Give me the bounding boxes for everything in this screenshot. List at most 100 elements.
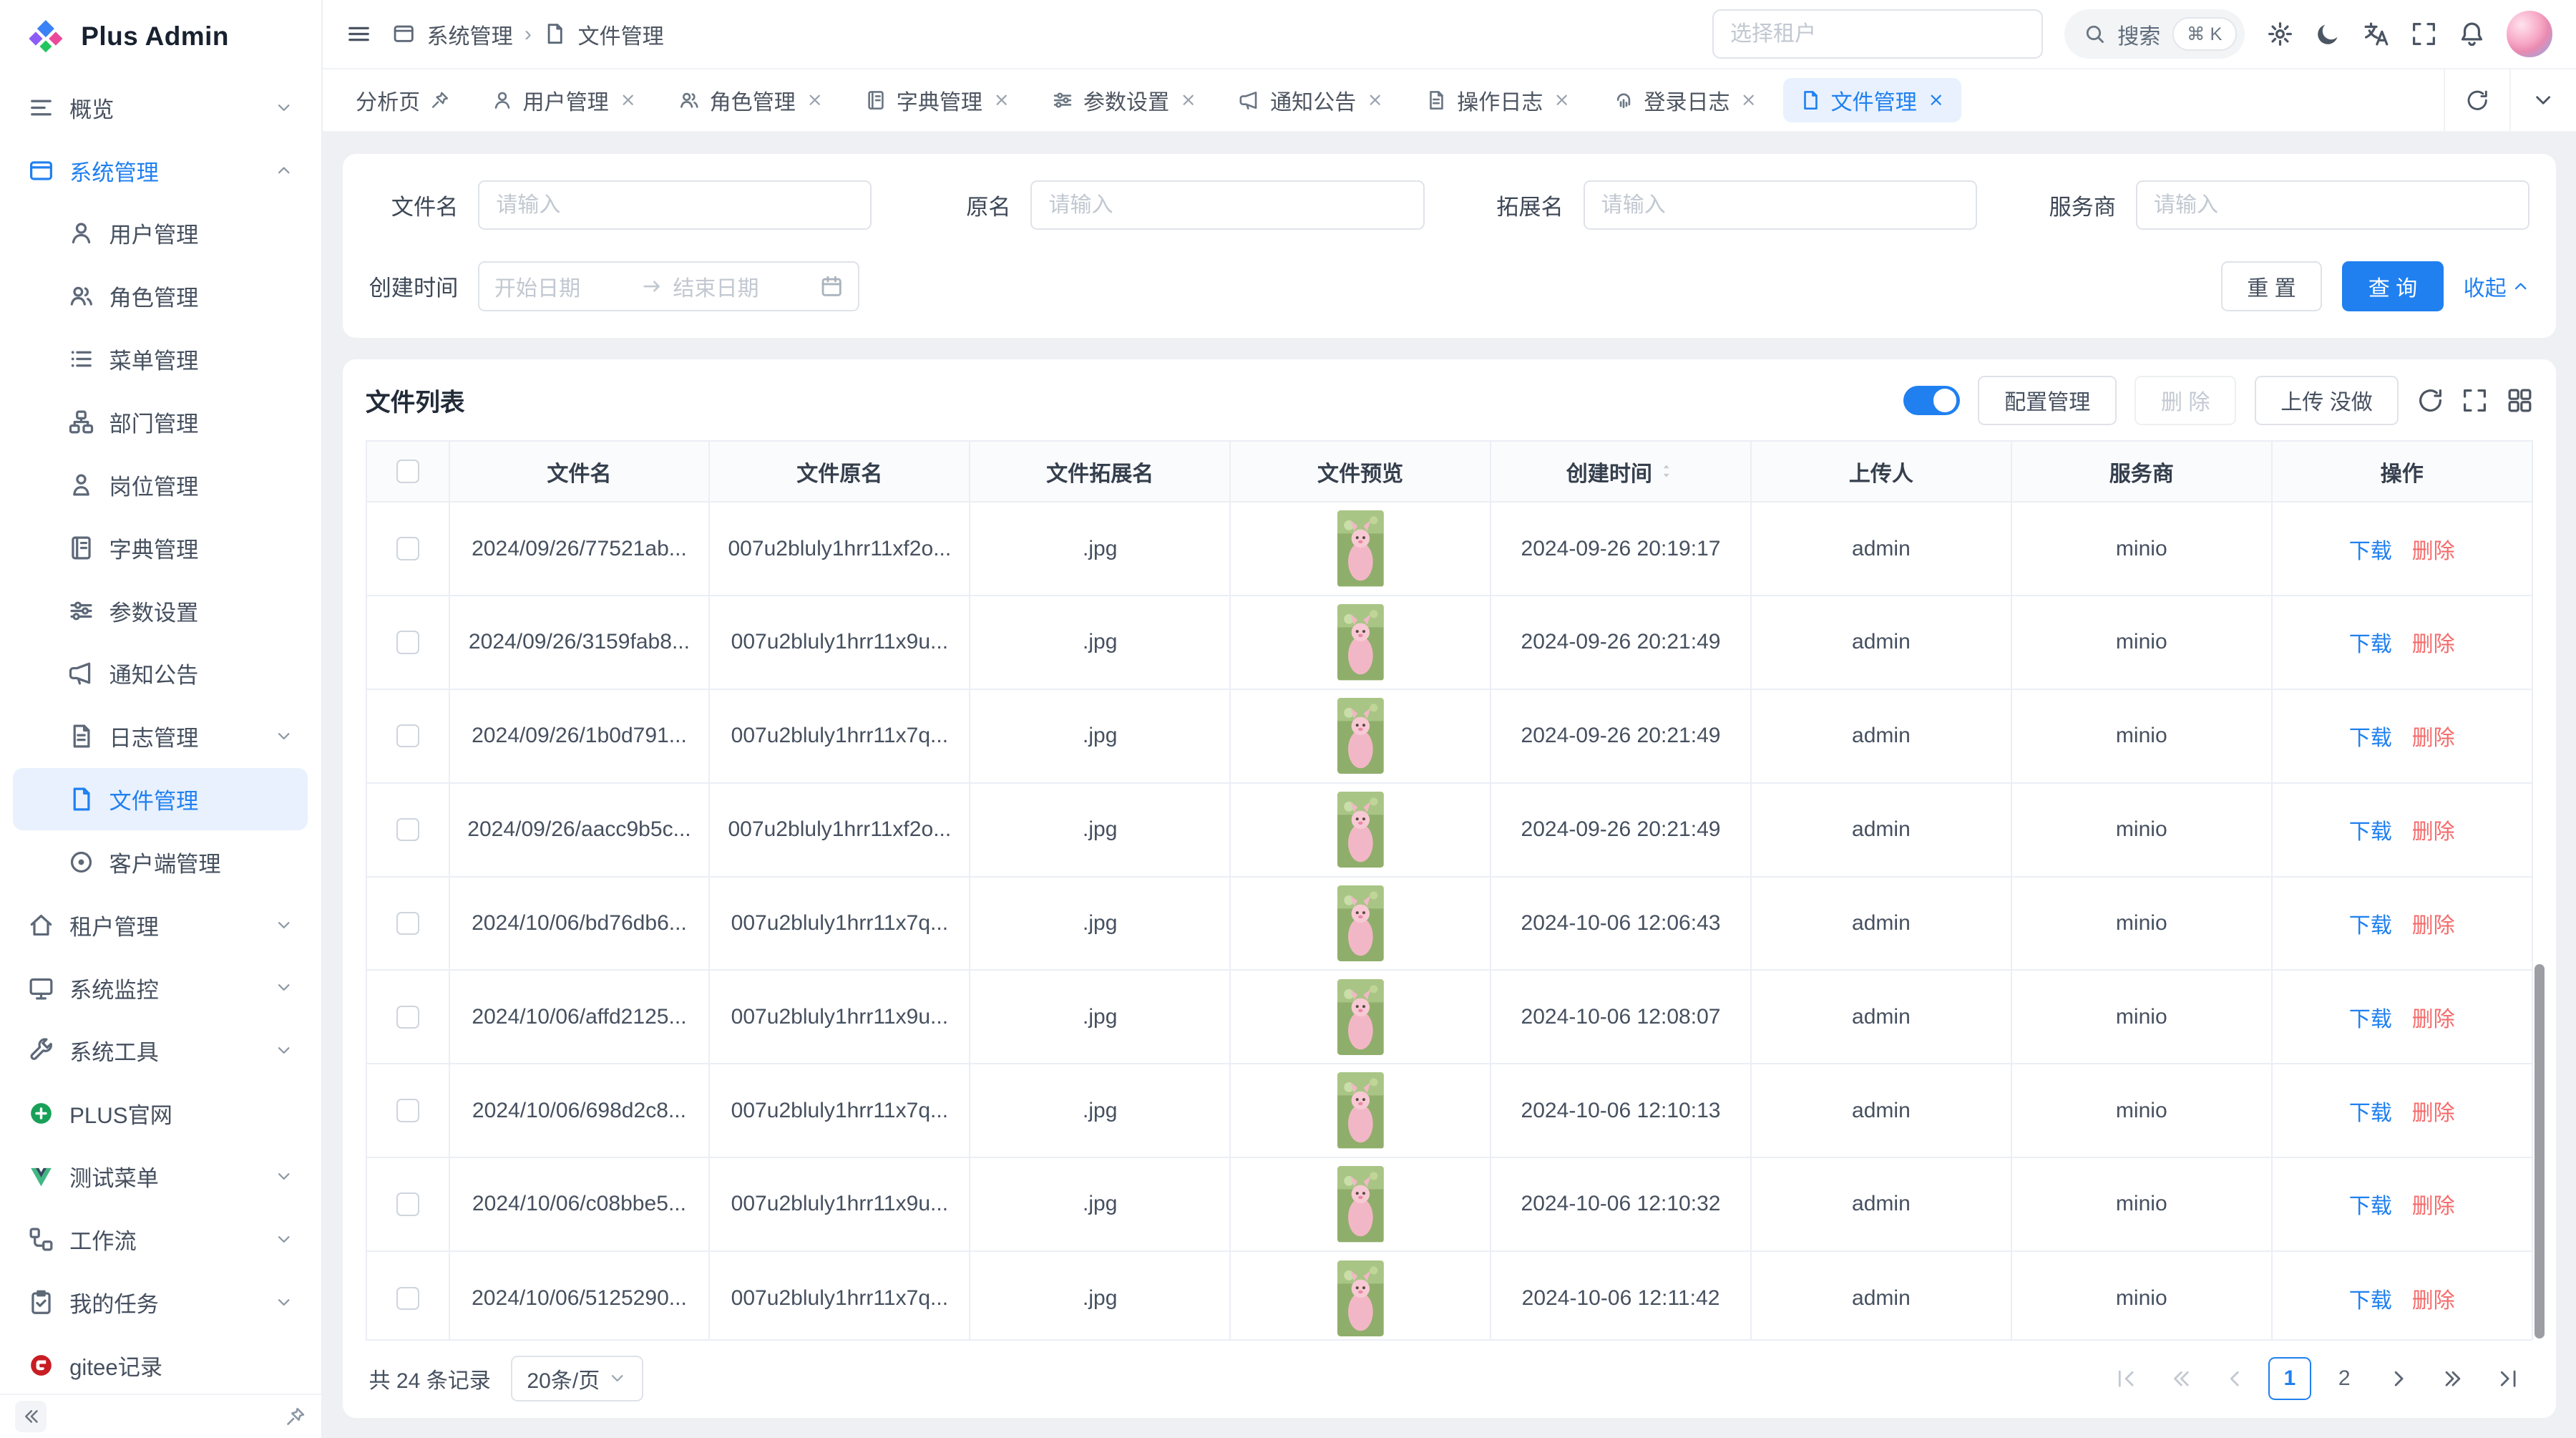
filter-input-origin-name[interactable] bbox=[1030, 180, 1424, 230]
close-tab-icon[interactable] bbox=[1740, 91, 1757, 109]
sidebar-item-log-management[interactable]: 日志管理 bbox=[13, 705, 308, 768]
file-preview-image[interactable] bbox=[1337, 792, 1384, 868]
download-link[interactable]: 下载 bbox=[2349, 626, 2392, 658]
global-search-button[interactable]: 搜索 ⌘ K bbox=[2064, 9, 2245, 59]
row-checkbox[interactable] bbox=[396, 724, 419, 747]
first-page-button[interactable] bbox=[2104, 1357, 2147, 1400]
hamburger-menu-icon[interactable] bbox=[346, 21, 372, 47]
file-preview-image[interactable] bbox=[1337, 885, 1384, 961]
file-preview-image[interactable] bbox=[1337, 604, 1384, 680]
delete-button[interactable]: 删 除 bbox=[2135, 376, 2236, 425]
sidebar-item-my-tasks[interactable]: 我的任务 bbox=[13, 1271, 308, 1333]
tab-param-settings[interactable]: 参数设置 bbox=[1035, 78, 1214, 122]
page-2-button[interactable]: 2 bbox=[2323, 1357, 2366, 1400]
filter-input-file-name[interactable] bbox=[478, 180, 872, 230]
close-tab-icon[interactable] bbox=[619, 91, 637, 109]
sidebar-pin-icon[interactable] bbox=[285, 1406, 306, 1427]
delete-link[interactable]: 删除 bbox=[2412, 1283, 2455, 1314]
sidebar-item-workflow[interactable]: 工作流 bbox=[13, 1208, 308, 1271]
date-range-picker[interactable]: 开始日期 结束日期 bbox=[478, 261, 859, 311]
download-link[interactable]: 下载 bbox=[2349, 908, 2392, 939]
sidebar-collapse-button[interactable] bbox=[15, 1401, 47, 1432]
upload-button[interactable]: 上传 没做 bbox=[2255, 376, 2399, 425]
row-checkbox[interactable] bbox=[396, 1287, 419, 1310]
download-link[interactable]: 下载 bbox=[2349, 720, 2392, 752]
close-tab-icon[interactable] bbox=[1366, 91, 1384, 109]
toggle-switch[interactable] bbox=[1903, 386, 1960, 416]
sidebar-item-gitee-record[interactable]: gitee记录 bbox=[13, 1333, 308, 1394]
sidebar-item-notice[interactable]: 通知公告 bbox=[13, 642, 308, 705]
sidebar-item-overview[interactable]: 概览 bbox=[13, 76, 308, 139]
file-preview-image[interactable] bbox=[1337, 698, 1384, 774]
sidebar-item-user-management[interactable]: 用户管理 bbox=[13, 202, 308, 265]
file-preview-image[interactable] bbox=[1337, 1260, 1384, 1336]
column-settings-icon[interactable] bbox=[2507, 387, 2533, 414]
row-checkbox[interactable] bbox=[396, 1192, 419, 1215]
tabs-menu-button[interactable] bbox=[2509, 69, 2575, 131]
pin-icon[interactable] bbox=[430, 90, 450, 110]
delete-link[interactable]: 删除 bbox=[2412, 626, 2455, 658]
sidebar-item-system-monitor[interactable]: 系统监控 bbox=[13, 956, 308, 1019]
delete-link[interactable]: 删除 bbox=[2412, 1001, 2455, 1033]
tab-notice[interactable]: 通知公告 bbox=[1222, 78, 1401, 122]
reset-button[interactable]: 重 置 bbox=[2221, 261, 2323, 311]
row-checkbox[interactable] bbox=[396, 1006, 419, 1029]
sidebar-item-param-settings[interactable]: 参数设置 bbox=[13, 579, 308, 642]
sidebar-item-tenant-management[interactable]: 租户管理 bbox=[13, 893, 308, 956]
delete-link[interactable]: 删除 bbox=[2412, 533, 2455, 565]
tab-login-log[interactable]: 登录日志 bbox=[1596, 78, 1775, 122]
delete-link[interactable]: 删除 bbox=[2412, 1188, 2455, 1220]
sidebar-item-file-management[interactable]: 文件管理 bbox=[13, 768, 308, 831]
download-link[interactable]: 下载 bbox=[2349, 533, 2392, 565]
sidebar-item-test-menu[interactable]: 测试菜单 bbox=[13, 1145, 308, 1208]
close-tab-icon[interactable] bbox=[1553, 91, 1571, 109]
page-size-select[interactable]: 20条/页 bbox=[511, 1356, 643, 1402]
fast-forward-button[interactable] bbox=[2432, 1357, 2475, 1400]
row-checkbox[interactable] bbox=[396, 537, 419, 560]
select-all-checkbox[interactable] bbox=[396, 460, 419, 482]
breadcrumb-item-system[interactable]: 系统管理 bbox=[426, 19, 512, 50]
file-preview-image[interactable] bbox=[1337, 1072, 1384, 1148]
tab-dict-management[interactable]: 字典管理 bbox=[849, 78, 1028, 122]
download-link[interactable]: 下载 bbox=[2349, 1001, 2392, 1033]
tab-analysis[interactable]: 分析页 bbox=[339, 78, 467, 122]
tenant-select-input[interactable] bbox=[1712, 9, 2043, 59]
fast-backward-button[interactable] bbox=[2159, 1357, 2202, 1400]
close-tab-icon[interactable] bbox=[1179, 91, 1197, 109]
sidebar-item-dept-management[interactable]: 部门管理 bbox=[13, 391, 308, 454]
sidebar-item-plus-site[interactable]: PLUS官网 bbox=[13, 1082, 308, 1145]
sidebar-item-system-tools[interactable]: 系统工具 bbox=[13, 1019, 308, 1082]
download-link[interactable]: 下载 bbox=[2349, 1095, 2392, 1127]
delete-link[interactable]: 删除 bbox=[2412, 814, 2455, 845]
row-checkbox[interactable] bbox=[396, 1099, 419, 1122]
fullscreen-icon[interactable] bbox=[2411, 21, 2437, 47]
app-logo[interactable]: Plus Admin bbox=[0, 0, 321, 73]
tab-user-management[interactable]: 用户管理 bbox=[474, 78, 653, 122]
page-1-button[interactable]: 1 bbox=[2268, 1357, 2311, 1400]
refresh-table-icon[interactable] bbox=[2417, 387, 2444, 414]
row-checkbox[interactable] bbox=[396, 818, 419, 841]
translate-icon[interactable] bbox=[2363, 21, 2389, 47]
delete-link[interactable]: 删除 bbox=[2412, 720, 2455, 752]
sidebar-item-role-management[interactable]: 角色管理 bbox=[13, 265, 308, 328]
filter-input-provider[interactable] bbox=[2136, 180, 2529, 230]
download-link[interactable]: 下载 bbox=[2349, 814, 2392, 845]
sort-caret-icon[interactable] bbox=[1657, 460, 1675, 482]
refresh-tabs-button[interactable] bbox=[2444, 69, 2509, 131]
search-button[interactable]: 查 询 bbox=[2342, 261, 2444, 311]
sidebar-item-client-management[interactable]: 客户端管理 bbox=[13, 830, 308, 893]
file-preview-image[interactable] bbox=[1337, 1166, 1384, 1242]
column-header-4[interactable]: 创建时间 bbox=[1491, 442, 1752, 501]
expand-table-icon[interactable] bbox=[2462, 387, 2488, 414]
download-link[interactable]: 下载 bbox=[2349, 1283, 2392, 1314]
sidebar-item-system-management[interactable]: 系统管理 bbox=[13, 139, 308, 202]
sidebar-item-dict-management[interactable]: 字典管理 bbox=[13, 516, 308, 579]
last-page-button[interactable] bbox=[2487, 1357, 2529, 1400]
tab-file-management[interactable]: 文件管理 bbox=[1783, 78, 1962, 122]
dark-mode-moon-icon[interactable] bbox=[2315, 21, 2341, 47]
avatar[interactable] bbox=[2507, 11, 2553, 57]
next-page-button[interactable] bbox=[2377, 1357, 2420, 1400]
row-checkbox[interactable] bbox=[396, 631, 419, 654]
sidebar-item-menu-management[interactable]: 菜单管理 bbox=[13, 328, 308, 391]
row-checkbox[interactable] bbox=[396, 912, 419, 935]
